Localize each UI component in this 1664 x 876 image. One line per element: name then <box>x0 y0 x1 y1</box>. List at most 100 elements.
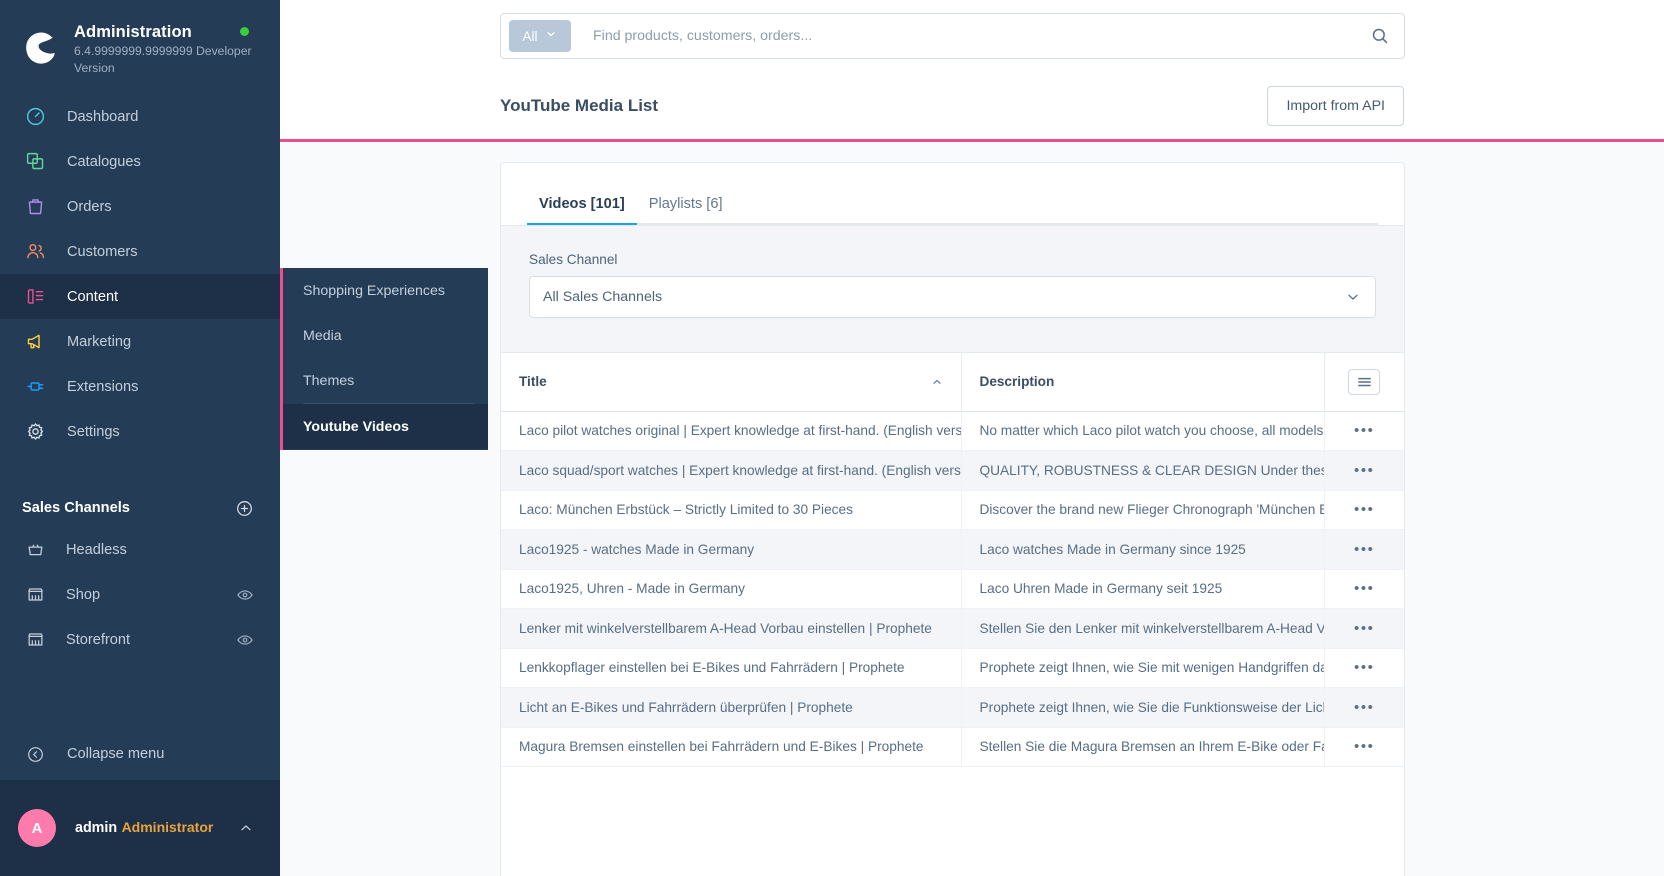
dashboard-icon <box>22 104 48 130</box>
table-body: Laco pilot watches original | Expert kno… <box>501 411 1404 767</box>
ellipsis-icon[interactable]: ••• <box>1324 490 1404 530</box>
videos-table: Title Description Laco pilot watches ori… <box>501 353 1404 767</box>
ellipsis-icon[interactable]: ••• <box>1324 450 1404 491</box>
submenu-item-youtube-videos[interactable]: Youtube Videos <box>283 404 488 449</box>
sales-channel-label: Storefront <box>66 631 131 648</box>
chevron-down-icon <box>1345 289 1361 305</box>
sales-channels-header: Sales Channels <box>0 489 280 527</box>
ellipsis-icon[interactable]: ••• <box>1324 727 1404 767</box>
table-head: Title Description <box>501 353 1404 412</box>
sidebar: Administration 6.4.9999999.9999999 Devel… <box>0 0 280 876</box>
cell-title: Licht an E-Bikes und Fahrrädern überprüf… <box>501 687 962 728</box>
import-from-api-button[interactable]: Import from API <box>1267 85 1404 126</box>
submenu-item-themes[interactable]: Themes <box>283 358 488 403</box>
sidebar-item-content[interactable]: Content <box>0 274 280 319</box>
cell-description: Prophete zeigt Ihnen, wie Sie die Funkti… <box>961 687 1325 728</box>
cell-description: Stellen Sie die Magura Bremsen an Ihrem … <box>961 727 1325 767</box>
chevron-down-icon <box>545 27 557 45</box>
sales-channel-select[interactable]: All Sales Channels <box>529 276 1376 318</box>
storefront-icon <box>24 629 46 651</box>
table-row[interactable]: Laco pilot watches original | Expert kno… <box>501 411 1404 451</box>
search-scope-label: All <box>522 28 538 44</box>
sales-channel-label: Sales Channel <box>529 252 618 267</box>
cell-title: Laco: München Erbstück – Strictly Limite… <box>501 490 962 530</box>
table-row[interactable]: Magura Bremsen einstellen bei Fahrrädern… <box>501 727 1404 767</box>
ellipsis-icon[interactable]: ••• <box>1324 687 1404 728</box>
sidebar-item-dashboard[interactable]: Dashboard <box>0 94 280 139</box>
status-dot-icon <box>240 27 249 36</box>
marketing-icon <box>22 329 48 355</box>
eye-icon[interactable] <box>236 631 254 649</box>
tab-playlists[interactable]: Playlists [6] <box>637 196 735 225</box>
tab-videos[interactable]: Videos [101] <box>527 196 637 225</box>
videos-table-wrapper: Title Description Laco pilot watches ori… <box>501 353 1404 767</box>
cell-description: Laco watches Made in Germany since 1925 <box>961 529 1325 570</box>
collapse-left-icon <box>22 741 48 767</box>
user-meta: admin Administrator <box>75 818 238 838</box>
content-submenu-flyout: Shopping Experiences Media Themes Youtub… <box>280 268 488 450</box>
settings-icon <box>22 419 48 445</box>
cell-title: Lenkkopflager einstellen bei E-Bikes und… <box>501 648 962 688</box>
storefront-icon <box>24 584 46 606</box>
brand-text: Administration 6.4.9999999.9999999 Devel… <box>74 22 280 77</box>
table-row[interactable]: Laco squad/sport watches | Expert knowle… <box>501 450 1404 491</box>
column-header-description[interactable]: Description <box>961 353 1325 412</box>
content-area: Videos [101] Playlists [6] Sales Channel… <box>280 142 1664 876</box>
youtube-media-card: Videos [101] Playlists [6] Sales Channel… <box>500 162 1405 876</box>
table-row[interactable]: Lenker mit winkelverstellbarem A-Head Vo… <box>501 608 1404 649</box>
sidebar-item-catalogues[interactable]: Catalogues <box>0 139 280 184</box>
submenu-item-shopping-experiences[interactable]: Shopping Experiences <box>283 268 488 313</box>
top-bar: All <box>280 0 1664 72</box>
ellipsis-icon[interactable]: ••• <box>1324 608 1404 649</box>
chevron-up-icon[interactable] <box>238 820 254 836</box>
submenu-item-label: Themes <box>303 372 355 389</box>
global-search-bar: All <box>500 13 1405 59</box>
plus-circle-icon[interactable] <box>235 499 254 518</box>
table-row[interactable]: Licht an E-Bikes und Fahrrädern überprüf… <box>501 687 1404 728</box>
sales-channel-value: All Sales Channels <box>543 289 663 305</box>
table-row[interactable]: Laco1925 - watches Made in Germany Laco … <box>501 529 1404 570</box>
column-header-title[interactable]: Title <box>501 353 962 412</box>
sidebar-item-marketing[interactable]: Marketing <box>0 319 280 364</box>
ellipsis-icon[interactable]: ••• <box>1324 648 1404 688</box>
smart-bar-actions: Import from API <box>1267 85 1404 126</box>
ellipsis-icon[interactable]: ••• <box>1324 569 1404 609</box>
cell-description: Stellen Sie den Lenker mit winkelverstel… <box>961 608 1325 649</box>
smart-bar: YouTube Media List Import from API <box>280 72 1664 142</box>
hamburger-menu-icon[interactable] <box>1348 368 1381 395</box>
table-row[interactable]: Lenkkopflager einstellen bei E-Bikes und… <box>501 648 1404 688</box>
sidebar-item-orders[interactable]: Orders <box>0 184 280 229</box>
collapse-menu-button[interactable]: Collapse menu <box>0 728 280 780</box>
submenu-item-label: Shopping Experiences <box>303 282 445 299</box>
search-input[interactable] <box>593 28 1364 44</box>
user-menu[interactable]: A admin Administrator <box>0 780 280 876</box>
ellipsis-icon[interactable]: ••• <box>1324 411 1404 451</box>
table-row[interactable]: Laco1925, Uhren - Made in Germany Laco U… <box>501 569 1404 609</box>
main-navigation: Dashboard Catalogues Orders Customers Co… <box>0 94 280 454</box>
sidebar-item-settings[interactable]: Settings <box>0 409 280 454</box>
sidebar-item-label: Settings <box>67 423 120 440</box>
ellipsis-icon[interactable]: ••• <box>1324 529 1404 570</box>
cell-title: Lenker mit winkelverstellbarem A-Head Vo… <box>501 608 962 649</box>
sidebar-item-label: Catalogues <box>67 153 141 170</box>
cell-description: Laco Uhren Made in Germany seit 1925 <box>961 569 1325 609</box>
sales-channel-headless[interactable]: Headless <box>0 527 280 572</box>
sidebar-item-extensions[interactable]: Extensions <box>0 364 280 409</box>
table-row[interactable]: Laco: München Erbstück – Strictly Limite… <box>501 490 1404 530</box>
sidebar-item-customers[interactable]: Customers <box>0 229 280 274</box>
user-name: admin <box>75 819 118 836</box>
table-header-row: Title Description <box>501 353 1404 412</box>
filter-zone: Sales Channel All Sales Channels <box>501 225 1404 353</box>
sidebar-item-label: Extensions <box>67 378 139 395</box>
eye-icon[interactable] <box>236 586 254 604</box>
sidebar-item-label: Orders <box>67 198 112 215</box>
sales-channel-storefront[interactable]: Storefront <box>0 617 280 662</box>
cell-title: Laco1925 - watches Made in Germany <box>501 529 962 570</box>
sales-channel-shop[interactable]: Shop <box>0 572 280 617</box>
submenu-item-media[interactable]: Media <box>283 313 488 358</box>
submenu-item-label: Media <box>303 327 342 344</box>
column-header-actions <box>1324 353 1404 412</box>
search-scope-selector[interactable]: All <box>509 20 571 52</box>
cell-description: QUALITY, ROBUSTNESS & CLEAR DESIGN Under… <box>961 450 1325 491</box>
search-icon[interactable] <box>1364 26 1390 46</box>
